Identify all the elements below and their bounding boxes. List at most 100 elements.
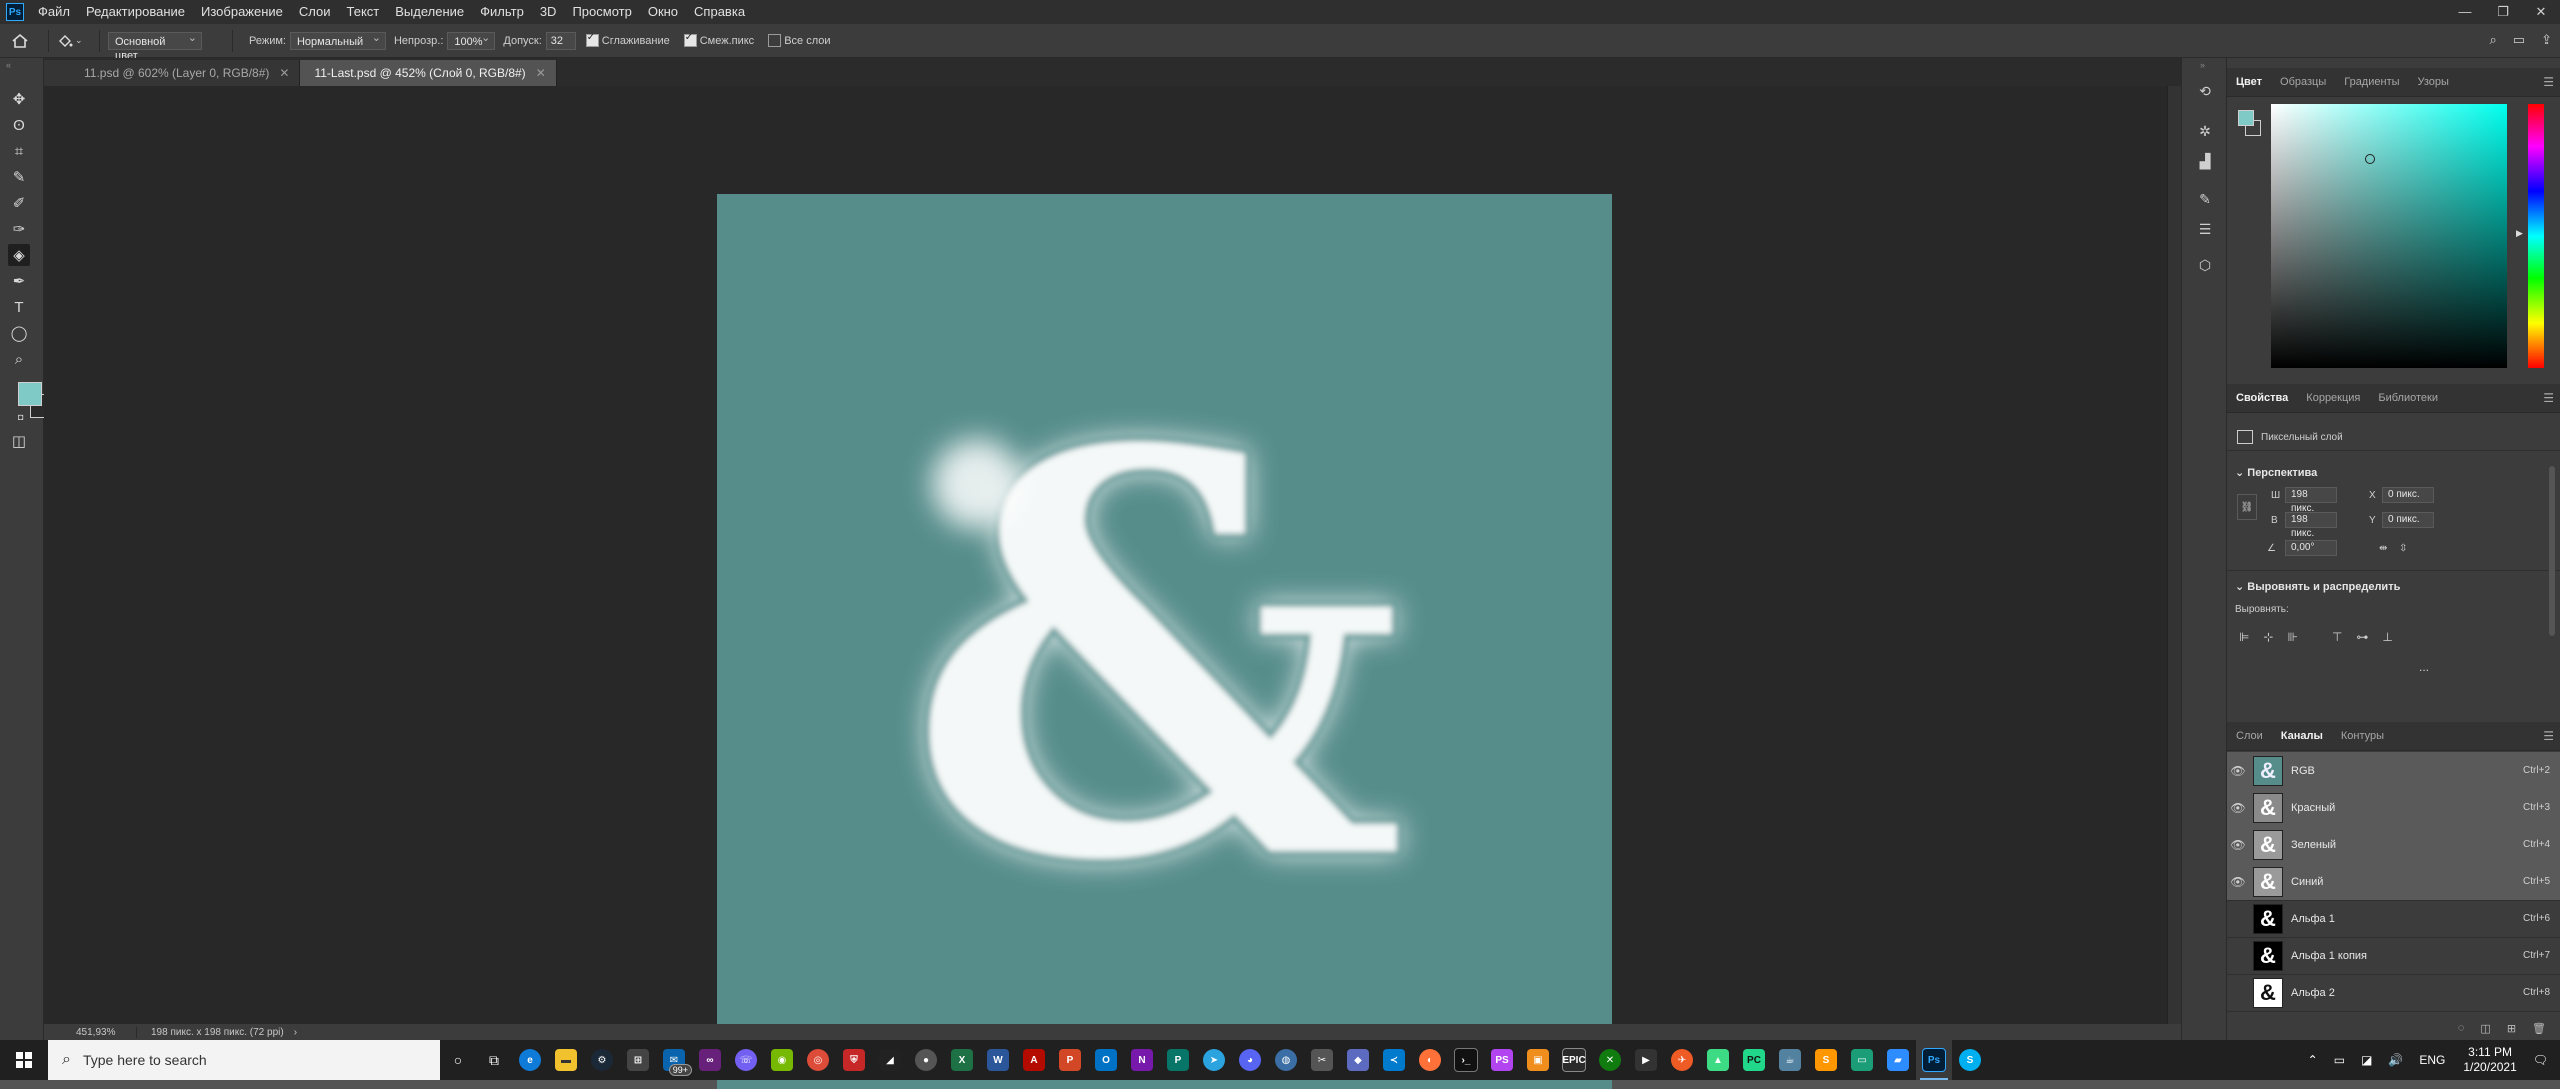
close-tab-icon[interactable]: ✕ <box>536 60 546 86</box>
menu-help[interactable]: Справка <box>686 0 753 24</box>
tools-app-icon[interactable]: ✂ <box>1304 1040 1340 1080</box>
word-icon[interactable]: W <box>980 1040 1016 1080</box>
edge-icon[interactable]: e <box>512 1040 548 1080</box>
visibility-eye-icon[interactable]: 👁 <box>2227 801 2249 815</box>
minimize-button[interactable]: — <box>2446 0 2484 24</box>
channel-row-alpha-1-copy[interactable]: & Альфа 1 копия Ctrl+7 <box>2227 937 2560 975</box>
align-right-icon[interactable]: ⊪ <box>2288 630 2298 644</box>
vscode-icon[interactable]: ≺ <box>1376 1040 1412 1080</box>
excel-icon[interactable]: X <box>944 1040 980 1080</box>
flip-vertical-icon[interactable]: ⇳ <box>2399 543 2407 554</box>
video-app-icon[interactable]: ▭ <box>1844 1040 1880 1080</box>
move-tool-icon[interactable]: ✥ <box>8 88 30 110</box>
menu-edit[interactable]: Редактирование <box>78 0 193 24</box>
volume-icon[interactable]: 🔊 <box>2388 1053 2403 1067</box>
ellipse-tool-icon[interactable]: ◯ <box>8 322 30 344</box>
width-field[interactable]: 198 пикс. <box>2285 487 2337 514</box>
status-menu-arrow[interactable]: › <box>294 1027 297 1038</box>
photoshop-taskbar-icon[interactable]: Ps <box>1916 1040 1952 1080</box>
link-dimensions-icon[interactable]: ⛓ <box>2237 494 2257 520</box>
terminal-icon[interactable]: ›_ <box>1448 1040 1484 1080</box>
antialias-checkbox[interactable] <box>585 32 599 47</box>
align-left-icon[interactable]: ⊫ <box>2239 630 2249 644</box>
paint-bucket-tool-icon[interactable]: ◈ <box>8 244 30 266</box>
properties-panel-icon[interactable]: ☰ <box>2194 218 2216 240</box>
channel-row-green[interactable]: 👁 & Зеленый Ctrl+4 <box>2227 826 2560 864</box>
menu-select[interactable]: Выделение <box>387 0 472 24</box>
all-layers-checkbox[interactable] <box>768 34 782 47</box>
close-tab-icon[interactable]: ✕ <box>279 60 289 86</box>
menu-view[interactable]: Просмотр <box>564 0 639 24</box>
3d-panel-icon[interactable]: ⬡ <box>2194 254 2216 276</box>
document-canvas[interactable]: & & <box>717 194 1612 1089</box>
channel-row-rgb[interactable]: 👁 & RGB Ctrl+2 <box>2227 752 2560 790</box>
visibility-eye-icon[interactable]: 👁 <box>2227 875 2249 889</box>
tab-color[interactable]: Цвет <box>2227 68 2271 96</box>
channel-row-alpha-1[interactable]: & Альфа 1 Ctrl+6 <box>2227 900 2560 938</box>
hue-slider[interactable] <box>2528 104 2544 368</box>
workspace-icon[interactable]: ▭ <box>2513 32 2525 48</box>
tab-swatches[interactable]: Образцы <box>2271 68 2335 96</box>
quick-mask-icon[interactable]: ◫ <box>8 430 30 452</box>
language-indicator[interactable]: ENG <box>2419 1053 2445 1067</box>
outlook-icon[interactable]: O <box>1088 1040 1124 1080</box>
align-center-h-icon[interactable]: ⊹ <box>2263 630 2273 644</box>
foreground-color-swatch[interactable] <box>18 382 42 406</box>
zoom-tool-icon[interactable]: ⌕ <box>8 348 30 370</box>
channel-row-red[interactable]: 👁 & Красный Ctrl+3 <box>2227 789 2560 827</box>
visibility-eye-icon[interactable]: 👁 <box>2227 764 2249 778</box>
default-colors-icon[interactable]: ◘ <box>18 412 23 422</box>
notifications-icon[interactable]: 🗨 <box>2533 1053 2548 1067</box>
firefox-icon[interactable]: ◐ <box>1412 1040 1448 1080</box>
tab-paths[interactable]: Контуры <box>2332 722 2393 750</box>
mode-select[interactable]: Нормальный <box>289 31 386 50</box>
menu-type[interactable]: Текст <box>339 0 388 24</box>
tolerance-input[interactable]: 32 <box>545 31 576 50</box>
postman-icon[interactable]: ✈ <box>1664 1040 1700 1080</box>
skype-icon[interactable]: S <box>1952 1040 1988 1080</box>
canvas-vertical-scrollbar[interactable] <box>2167 86 2181 1024</box>
new-channel-icon[interactable]: ⊞ <box>2507 1022 2516 1035</box>
crop-tool-icon[interactable]: ⌗ <box>8 140 30 162</box>
menu-image[interactable]: Изображение <box>193 0 291 24</box>
steam-icon[interactable]: ⚙ <box>584 1040 620 1080</box>
align-top-icon[interactable]: ⊤ <box>2332 630 2342 644</box>
hue-slider-handle-icon[interactable]: ▶ <box>2516 228 2523 239</box>
menu-file[interactable]: Файл <box>30 0 78 24</box>
store-icon[interactable]: ⊞ <box>620 1040 656 1080</box>
git-app-icon[interactable]: ◆ <box>1340 1040 1376 1080</box>
height-field[interactable]: 198 пикс. <box>2285 512 2337 539</box>
collapse-strip-icon[interactable]: » <box>2200 60 2205 70</box>
pen-tool-icon[interactable]: ✒ <box>8 270 30 292</box>
security-app-icon[interactable]: ⛨ <box>836 1040 872 1080</box>
monitor-icon[interactable]: ▭ <box>2334 1053 2345 1067</box>
collapse-toolbar-icon[interactable]: « <box>6 60 11 70</box>
acrobat-icon[interactable]: A <box>1016 1040 1052 1080</box>
y-field[interactable]: 0 пикс. <box>2382 512 2434 528</box>
history-panel-icon[interactable]: ⟲ <box>2194 80 2216 102</box>
histogram-panel-icon[interactable]: ▟ <box>2194 150 2216 172</box>
history-brush-tool-icon[interactable]: ✑ <box>8 218 30 240</box>
delete-channel-icon[interactable]: 🗑 <box>2532 1022 2546 1035</box>
lasso-tool-icon[interactable]: ʘ <box>8 114 30 136</box>
network-app-icon[interactable]: ◍ <box>1268 1040 1304 1080</box>
powerpoint-icon[interactable]: P <box>1052 1040 1088 1080</box>
adjustments-panel-icon[interactable]: ✲ <box>2194 120 2216 142</box>
phpstorm-icon[interactable]: PS <box>1484 1040 1520 1080</box>
zoom-level[interactable]: 451,93% <box>44 1026 137 1038</box>
x-field[interactable]: 0 пикс. <box>2382 487 2434 503</box>
zoom-app-icon[interactable]: ▰ <box>1880 1040 1916 1080</box>
channel-row-alpha-2[interactable]: & Альфа 2 Ctrl+8 <box>2227 974 2560 1012</box>
brush-tool-icon[interactable]: ✐ <box>8 192 30 214</box>
opacity-input[interactable]: 100% <box>447 31 496 50</box>
epic-games-icon[interactable]: EPIC <box>1556 1040 1592 1080</box>
photoshop-logo-icon[interactable]: Ps <box>6 3 24 21</box>
fill-source-select[interactable]: Основной цвет <box>108 31 202 62</box>
menu-3d[interactable]: 3D <box>532 0 565 24</box>
align-center-v-icon[interactable]: ⊶ <box>2356 630 2368 644</box>
search-icon[interactable]: ⌕ <box>2490 32 2497 48</box>
align-bottom-icon[interactable]: ⊥ <box>2382 630 2392 644</box>
angle-field[interactable]: 0,00° <box>2285 540 2337 556</box>
publisher-icon[interactable]: P <box>1160 1040 1196 1080</box>
task-view-icon[interactable]: ⧉ <box>476 1040 512 1080</box>
